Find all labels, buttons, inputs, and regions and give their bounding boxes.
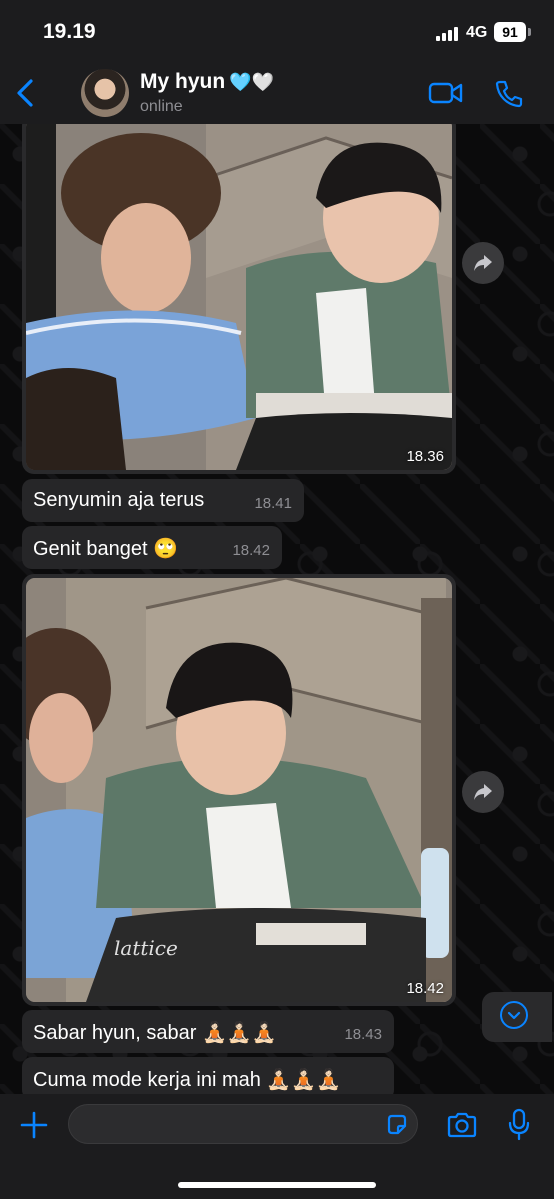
text-message[interactable]: Sabar hyun, sabar 🧘🏻🧘🏻🧘🏻 18.43 <box>22 1010 394 1053</box>
phone-call-icon[interactable] <box>494 79 524 114</box>
forward-icon[interactable] <box>462 242 504 284</box>
message-time: 18.36 <box>406 448 444 465</box>
status-bar: 19.19 4G 91 <box>0 0 554 62</box>
signal-icon <box>436 27 458 41</box>
text-message[interactable]: Genit banget 🙄 18.42 <box>22 526 282 569</box>
scroll-down-icon <box>500 1001 528 1029</box>
sticker-icon[interactable] <box>385 1113 409 1142</box>
scroll-down-button[interactable] <box>482 992 552 1042</box>
camera-icon[interactable] <box>446 1111 478 1144</box>
image-message[interactable]: lattice 18.42 <box>22 574 456 1006</box>
video-call-icon[interactable] <box>428 81 464 110</box>
message-text: Cuma mode kerja ini mah 🧘🏻🧘🏻🧘🏻 <box>33 1069 342 1091</box>
chat-header: My hyun 🩵🤍 online <box>0 62 554 124</box>
back-chevron-icon[interactable] <box>14 78 36 113</box>
microphone-icon[interactable] <box>507 1108 531 1147</box>
image-message[interactable]: 18.36 <box>22 124 456 474</box>
status-time: 19.19 <box>43 20 96 43</box>
message-time: 18.43 <box>344 1026 382 1043</box>
battery-icon: 91 <box>494 22 531 42</box>
photo[interactable] <box>26 124 452 470</box>
text-message[interactable]: Cuma mode kerja ini mah 🧘🏻🧘🏻🧘🏻 <box>22 1057 394 1094</box>
message-input[interactable] <box>68 1104 418 1144</box>
message-text: Genit banget 🙄 <box>33 538 178 560</box>
message-time: 18.42 <box>232 542 270 559</box>
message-time: 18.42 <box>406 980 444 997</box>
contact-status: online <box>140 98 183 115</box>
contact-name-text: My hyun <box>140 70 226 93</box>
photo-watermark: lattice <box>114 936 178 960</box>
chat-area[interactable]: 18.36 Senyumin aja terus 18.41 Genit ban… <box>0 124 554 1094</box>
home-indicator[interactable] <box>178 1182 376 1188</box>
contact-name[interactable]: My hyun 🩵🤍 <box>140 70 274 94</box>
contact-avatar[interactable] <box>81 69 129 117</box>
photo[interactable] <box>26 578 452 1002</box>
message-time: 18.41 <box>254 495 292 512</box>
network-type: 4G <box>466 24 488 41</box>
text-message[interactable]: Senyumin aja terus 18.41 <box>22 479 304 522</box>
plus-icon[interactable] <box>19 1110 49 1145</box>
message-text: Sabar hyun, sabar 🧘🏻🧘🏻🧘🏻 <box>33 1022 277 1044</box>
contact-hearts: 🩵🤍 <box>229 72 274 92</box>
forward-icon[interactable] <box>462 771 504 813</box>
message-text: Senyumin aja terus <box>33 489 205 511</box>
